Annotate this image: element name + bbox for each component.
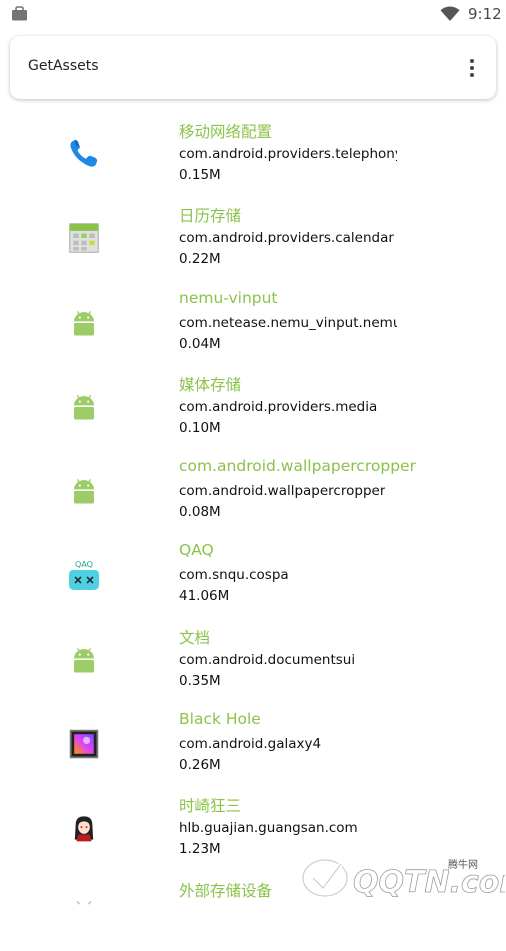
package-name: com.android.providers.media xyxy=(179,398,378,415)
app-name: nemu-vinput xyxy=(179,288,278,307)
android-icon xyxy=(66,895,102,931)
list-item[interactable]: 媒体存储 com.android.providers.media 0.10M xyxy=(0,361,506,445)
svg-text:QAQ: QAQ xyxy=(75,560,93,569)
app-toolbar: GetAssets xyxy=(10,36,496,99)
app-size: 0.08M xyxy=(179,504,221,521)
package-name: hlb.guajian.guangsan.com xyxy=(179,820,358,837)
more-options-button[interactable] xyxy=(464,54,480,82)
black-hole-icon xyxy=(66,726,102,762)
more-dot-icon xyxy=(470,66,474,70)
package-name: com.snqu.cospa xyxy=(179,567,289,584)
phone-icon xyxy=(66,136,102,172)
more-dot-icon xyxy=(470,73,474,77)
app-name: com.android.wallpapercropper xyxy=(179,457,416,476)
calendar-icon xyxy=(66,220,102,256)
app-name: 外部存储设备 xyxy=(179,881,273,900)
android-icon xyxy=(66,305,102,341)
package-name: com.android.providers.telephony xyxy=(179,146,397,162)
cospa-icon: QAQ xyxy=(66,557,102,593)
list-item[interactable]: 移动网络配置 com.android.providers.telephony 0… xyxy=(0,108,506,192)
list-item[interactable]: com.android.wallpapercropper com.android… xyxy=(0,445,506,529)
package-name: com.netease.nemu_vinput.nemu xyxy=(179,314,397,331)
app-name: QAQ xyxy=(179,541,214,560)
app-size: 0.10M xyxy=(179,419,221,436)
watermark-small-text: 腾牛网 xyxy=(448,860,478,871)
app-size: 0.15M xyxy=(179,167,221,183)
package-name: com.android.wallpapercropper xyxy=(179,483,386,500)
android-icon xyxy=(66,389,102,425)
list-item[interactable]: 日历存储 com.android.providers.calendar 0.22… xyxy=(0,192,506,276)
status-bar: 9:12 xyxy=(0,0,506,28)
wifi-icon xyxy=(440,6,460,22)
list-item[interactable]: QAQ QAQ com.snqu.cospa 41.06M xyxy=(0,529,506,613)
watermark-text: QQTN.com xyxy=(353,865,505,900)
more-dot-icon xyxy=(470,59,474,63)
package-name: com.android.providers.calendar xyxy=(179,230,394,247)
clock-time: 9:12 xyxy=(468,5,502,23)
list-item[interactable]: Black Hole com.android.galaxy4 0.26M xyxy=(0,698,506,782)
app-name: 移动网络配置 xyxy=(179,123,273,141)
app-size: 0.04M xyxy=(179,335,221,352)
android-icon xyxy=(66,473,102,509)
app-title: GetAssets xyxy=(28,58,99,74)
package-name: com.android.galaxy4 xyxy=(179,736,322,753)
app-name: 时崎狂三 xyxy=(179,797,242,816)
app-size: 0.26M xyxy=(179,757,221,774)
anime-avatar-icon xyxy=(66,810,102,846)
app-name: 媒体存储 xyxy=(179,375,242,394)
app-size: 1.23M xyxy=(179,841,221,858)
app-list[interactable]: 移动网络配置 com.android.providers.telephony 0… xyxy=(0,108,506,951)
list-item[interactable]: 文档 com.android.documentsui 0.35M xyxy=(0,614,506,698)
app-name: Black Hole xyxy=(179,710,261,729)
android-icon xyxy=(66,642,102,678)
package-name: com.android.documentsui xyxy=(179,651,356,668)
app-size: 0.35M xyxy=(179,672,221,689)
app-name: 日历存储 xyxy=(179,207,242,226)
app-size: 0.22M xyxy=(179,251,221,268)
shopping-bag-icon xyxy=(12,6,27,21)
app-name: 文档 xyxy=(179,628,211,647)
list-item[interactable]: nemu-vinput com.netease.nemu_vinput.nemu… xyxy=(0,277,506,361)
app-size: 41.06M xyxy=(179,588,230,605)
